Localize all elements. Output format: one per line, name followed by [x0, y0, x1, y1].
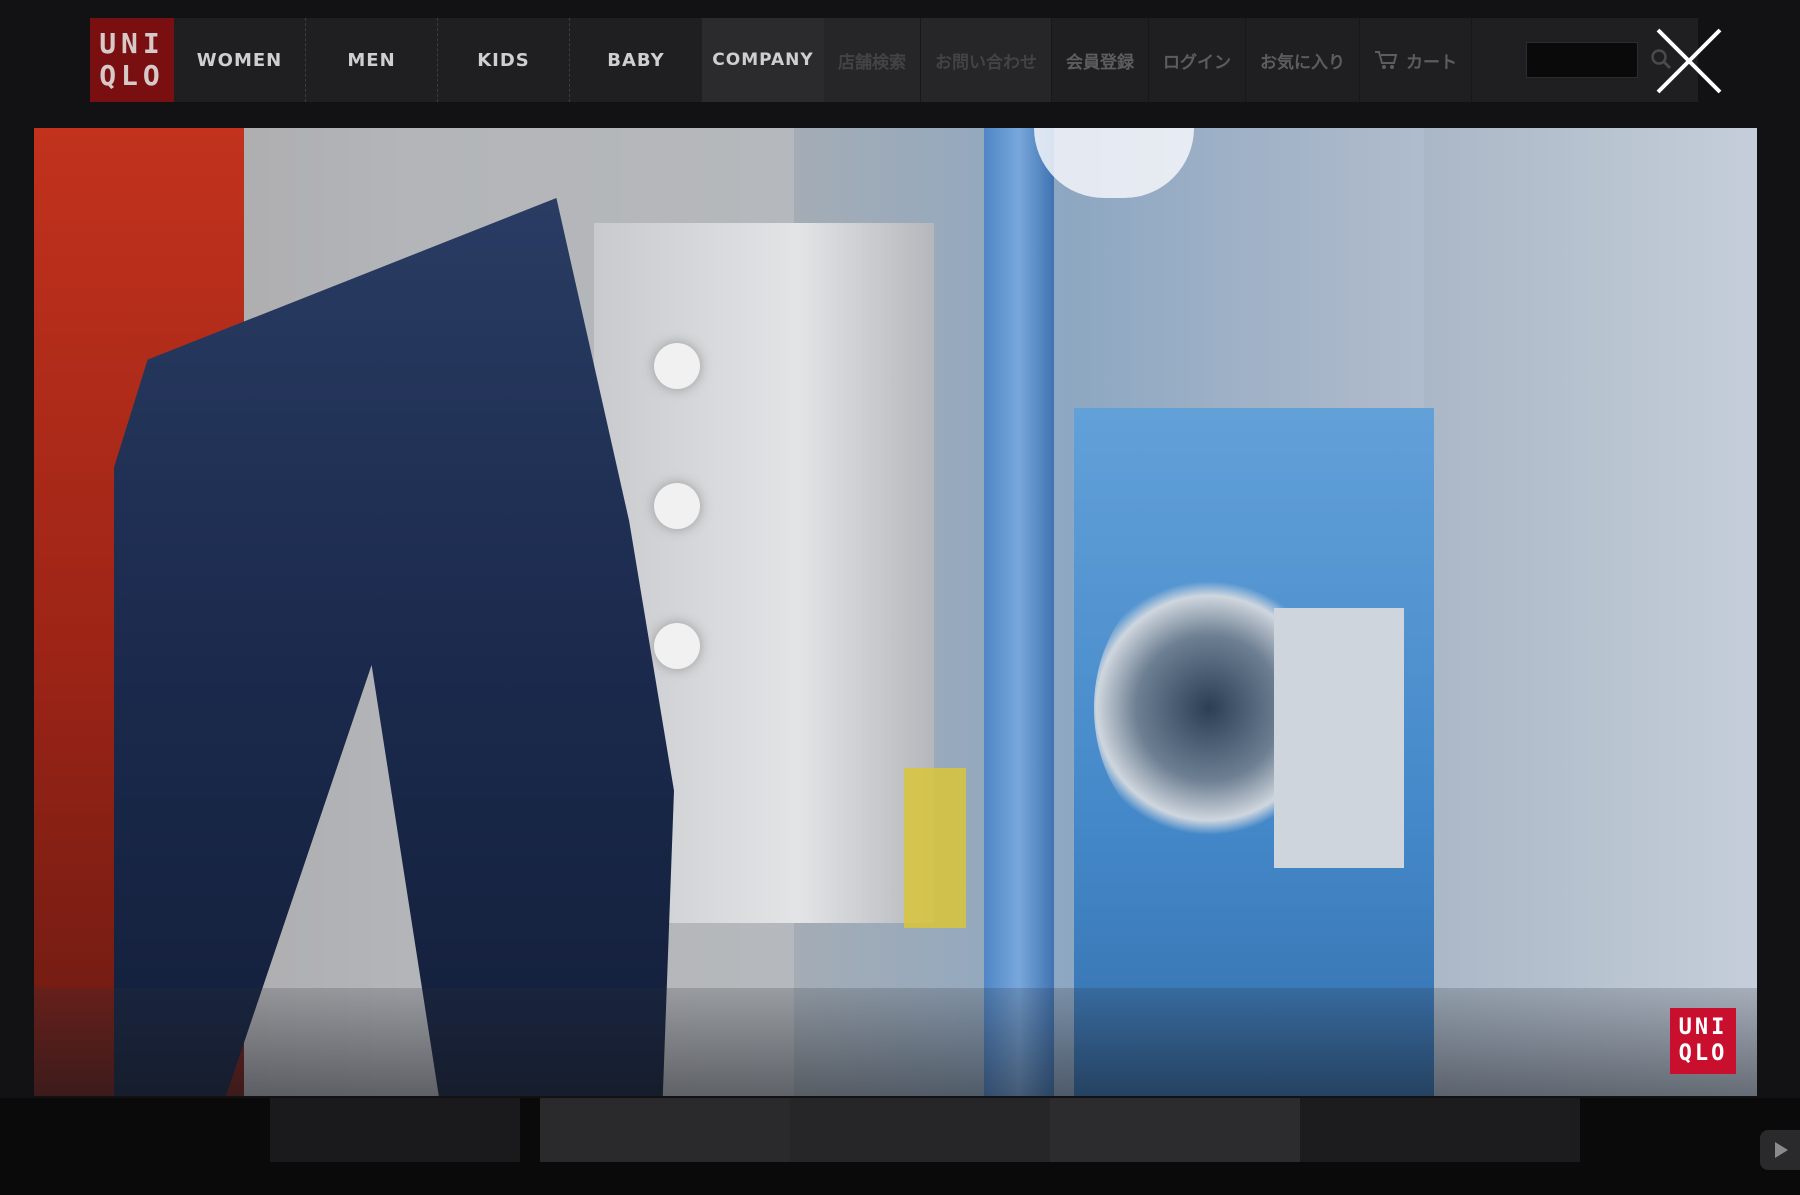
background-tile — [790, 1098, 1050, 1162]
search-input[interactable] — [1526, 42, 1638, 78]
cart-icon — [1375, 51, 1398, 69]
nav-kids[interactable]: KIDS — [438, 18, 570, 102]
play-icon — [1775, 1142, 1788, 1158]
nav-contact[interactable]: お問い合わせ — [921, 18, 1052, 102]
watermark-line-1: UNI — [1678, 1015, 1728, 1040]
nav-women[interactable]: WOMEN — [174, 18, 306, 102]
cabinet-knob — [654, 623, 700, 669]
background-tile — [1050, 1098, 1300, 1162]
play-button[interactable] — [1760, 1130, 1800, 1170]
nav-baby[interactable]: BABY — [570, 18, 702, 102]
video-scene-label — [904, 768, 966, 928]
background-tile — [270, 1098, 520, 1162]
uniqlo-logo[interactable]: UNI QLO — [90, 18, 174, 102]
cart-label: カート — [1406, 52, 1457, 73]
video-player[interactable] — [34, 128, 1757, 1096]
nav-company[interactable]: COMPANY — [702, 18, 824, 102]
utility-nav: 店舗検索 お問い合わせ 会員登録 ログイン お気に入り カート — [824, 18, 1472, 102]
main-nav: WOMEN MEN KIDS BABY — [174, 18, 702, 102]
logo-line-2: QLO — [99, 59, 165, 92]
global-header: UNI QLO WOMEN MEN KIDS BABY COMPANY 店舗検索… — [90, 18, 1698, 102]
nav-men[interactable]: MEN — [306, 18, 438, 102]
nav-favorites[interactable]: お気に入り — [1246, 18, 1360, 102]
video-scene-control-box — [1274, 608, 1404, 868]
cabinet-knob — [654, 343, 700, 389]
nav-register[interactable]: 会員登録 — [1052, 18, 1149, 102]
video-watermark-logo: UNI QLO — [1670, 1008, 1736, 1074]
close-icon[interactable] — [1652, 24, 1726, 98]
nav-login[interactable]: ログイン — [1149, 18, 1246, 102]
background-tile — [540, 1098, 790, 1162]
video-scene-wall — [1424, 128, 1757, 1096]
nav-cart[interactable]: カート — [1360, 18, 1472, 102]
nav-store-locator[interactable]: 店舗検索 — [824, 18, 921, 102]
video-scene-lamp — [1034, 128, 1194, 198]
cabinet-knob — [654, 483, 700, 529]
watermark-line-2: QLO — [1678, 1041, 1728, 1066]
logo-line-1: UNI — [99, 27, 165, 60]
video-scene-floor — [34, 988, 1757, 1096]
background-tile — [1300, 1098, 1580, 1162]
video-scene-pole — [984, 128, 1054, 1096]
